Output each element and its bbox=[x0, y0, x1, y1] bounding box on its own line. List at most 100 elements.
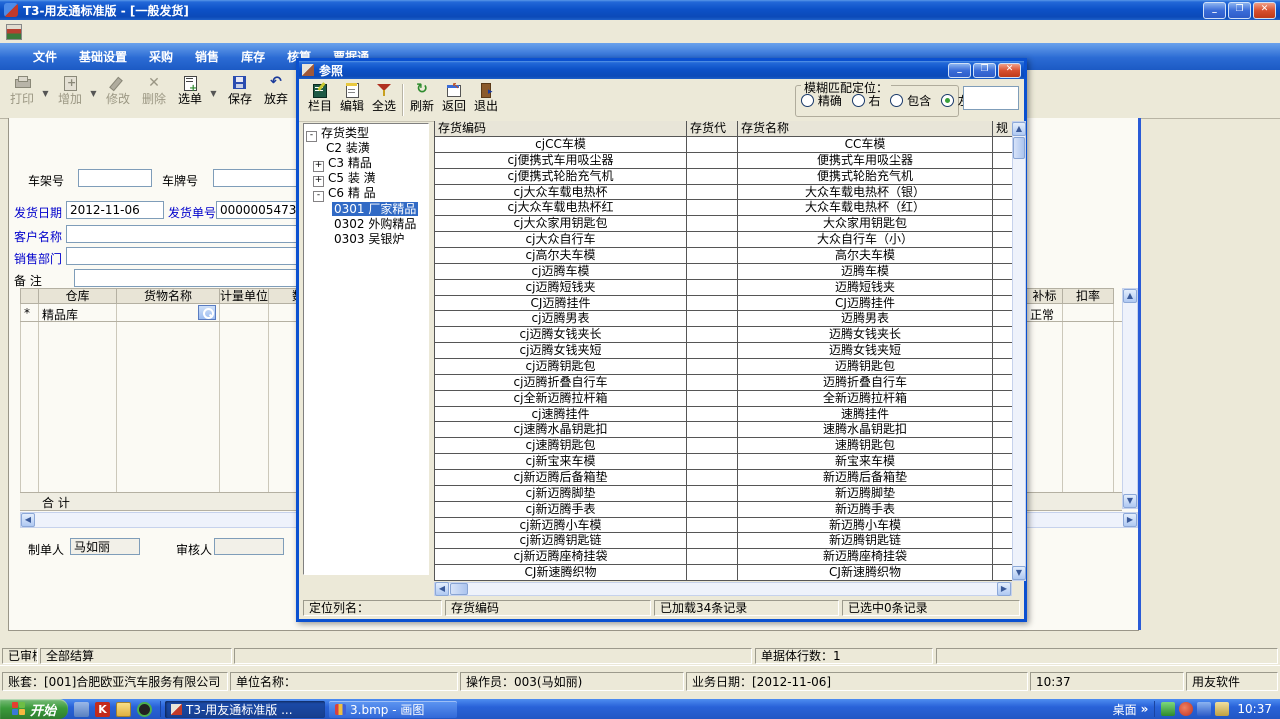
menu-item[interactable]: 文件 bbox=[22, 50, 68, 64]
tree-item-0301[interactable]: 0301 厂家精品 bbox=[332, 202, 418, 217]
magnifier-button[interactable] bbox=[198, 305, 216, 320]
scroll-up-icon[interactable]: ▲ bbox=[1012, 122, 1026, 136]
table-row[interactable]: cj速腾水晶钥匙扣 速腾水晶钥匙扣 bbox=[435, 422, 1012, 438]
radio-right[interactable] bbox=[852, 94, 865, 107]
dropdown-arrow[interactable]: ▼ bbox=[88, 72, 99, 115]
table-row[interactable]: CJ迈腾挂件 CJ迈腾挂件 bbox=[435, 296, 1012, 312]
modify-button[interactable]: 修改 bbox=[100, 72, 136, 115]
table-row[interactable]: cj新迈腾脚垫 新迈腾脚垫 bbox=[435, 486, 1012, 502]
table-row[interactable]: cj新迈腾钥匙链 新迈腾钥匙链 bbox=[435, 533, 1012, 549]
close-button[interactable]: ✕ bbox=[1253, 2, 1276, 19]
table-row[interactable]: cj新迈腾后备箱垫 新迈腾后备箱垫 bbox=[435, 470, 1012, 486]
table-row[interactable]: cj速腾钥匙包 速腾钥匙包 bbox=[435, 438, 1012, 454]
table-row[interactable]: cj便携式轮胎充气机 便携式轮胎充气机 bbox=[435, 169, 1012, 185]
dept-input[interactable] bbox=[66, 247, 328, 265]
table-row[interactable]: CJ新速腾织物 CJ新速腾织物 bbox=[435, 565, 1012, 581]
start-button[interactable]: 开始 bbox=[0, 699, 68, 719]
task-button-paint[interactable]: 3.bmp - 画图 bbox=[329, 701, 457, 718]
radio-contain[interactable] bbox=[890, 94, 903, 107]
table-row[interactable]: cj大众家用钥匙包 大众家用钥匙包 bbox=[435, 216, 1012, 232]
tree-item-c6[interactable]: -C6 精 品 bbox=[313, 186, 376, 201]
table-row[interactable]: cj迈腾短钱夹 迈腾短钱夹 bbox=[435, 280, 1012, 296]
col-dm[interactable]: 存货代码 bbox=[687, 121, 738, 136]
table-row[interactable]: cj新迈腾小车模 新迈腾小车模 bbox=[435, 518, 1012, 534]
exit-button[interactable]: ▸ 退出 bbox=[471, 81, 501, 119]
scroll-left-icon[interactable]: ◀ bbox=[435, 582, 449, 596]
quicklaunch-icon-k[interactable]: K bbox=[95, 702, 110, 717]
table-row[interactable]: cj大众车载电热杯 大众车载电热杯（银） bbox=[435, 185, 1012, 201]
col-spec[interactable]: 规 bbox=[993, 121, 1012, 136]
print-button[interactable]: 打印 bbox=[4, 72, 40, 115]
memo-input[interactable] bbox=[74, 269, 328, 287]
menu-item[interactable]: 销售 bbox=[184, 50, 230, 64]
save-button[interactable]: 保存 bbox=[222, 72, 258, 115]
table-row[interactable]: cj新迈腾座椅挂袋 新迈腾座椅挂袋 bbox=[435, 549, 1012, 565]
minimize-button[interactable]: _ bbox=[1203, 2, 1226, 19]
radio-left[interactable] bbox=[941, 94, 954, 107]
dialog-maximize-button[interactable]: ❐ bbox=[973, 63, 996, 78]
main-grid-vscrollbar[interactable]: ▲ ▼ bbox=[1122, 288, 1138, 509]
table-row[interactable]: cj新迈腾手表 新迈腾手表 bbox=[435, 502, 1012, 518]
fuzzy-input[interactable] bbox=[963, 86, 1019, 110]
table-row[interactable]: cj全新迈腾拉杆箱 全新迈腾拉杆箱 bbox=[435, 391, 1012, 407]
tree-item-c5[interactable]: +C5 装 潢 bbox=[313, 171, 376, 186]
col-code[interactable]: 存货编码 bbox=[435, 121, 687, 136]
tree-root[interactable]: -存货类型 bbox=[306, 126, 369, 141]
ship-date-input[interactable]: 2012-11-06 bbox=[66, 201, 164, 219]
quicklaunch-icon-2[interactable] bbox=[137, 702, 152, 717]
auditor-input[interactable] bbox=[214, 538, 284, 555]
collapse-icon[interactable]: - bbox=[313, 191, 324, 202]
quicklaunch-icon-1[interactable] bbox=[74, 702, 89, 717]
col-name[interactable]: 存货名称 bbox=[738, 121, 993, 136]
select-order-button[interactable]: + 选单 bbox=[172, 72, 208, 115]
main-grid-hscrollbar[interactable]: ◀ bbox=[20, 512, 328, 528]
scroll-right-icon[interactable]: ▶ bbox=[997, 582, 1011, 596]
menu-item[interactable]: 采购 bbox=[138, 50, 184, 64]
select-all-button[interactable]: 全选 bbox=[369, 81, 399, 119]
columns-button[interactable]: 栏目 bbox=[305, 81, 335, 119]
table-row[interactable]: cj迈腾钥匙包 迈腾钥匙包 bbox=[435, 359, 1012, 375]
task-button-t3[interactable]: T3-用友通标准版 ... bbox=[165, 701, 325, 718]
tray-icon-1[interactable] bbox=[1161, 702, 1175, 716]
scroll-left-icon[interactable]: ◀ bbox=[21, 513, 35, 527]
maker-input[interactable]: 马如丽 bbox=[70, 538, 140, 555]
tray-icon-4[interactable] bbox=[1215, 702, 1229, 716]
table-row[interactable]: cj迈腾男表 迈腾男表 bbox=[435, 311, 1012, 327]
scroll-thumb[interactable] bbox=[450, 583, 468, 595]
table-row[interactable]: cj迈腾女钱夹长 迈腾女钱夹长 bbox=[435, 327, 1012, 343]
scroll-thumb[interactable] bbox=[1013, 137, 1025, 159]
table-row[interactable]: cj速腾挂件 速腾挂件 bbox=[435, 407, 1012, 423]
table-row[interactable]: cj大众车载电热杯红 大众车载电热杯（红） bbox=[435, 200, 1012, 216]
scroll-down-icon[interactable]: ▼ bbox=[1012, 566, 1026, 580]
dropdown-arrow[interactable]: ▼ bbox=[40, 72, 51, 115]
dialog-hscrollbar[interactable]: ◀ ▶ bbox=[434, 582, 1012, 596]
dialog-minimize-button[interactable]: _ bbox=[948, 63, 971, 78]
dropdown-arrow[interactable]: ▼ bbox=[208, 72, 219, 115]
table-row[interactable]: cj迈腾折叠自行车 迈腾折叠自行车 bbox=[435, 375, 1012, 391]
menu-item[interactable]: 基础设置 bbox=[68, 50, 138, 64]
tray-icon-2[interactable] bbox=[1179, 702, 1193, 716]
collapse-icon[interactable]: - bbox=[306, 131, 317, 142]
table-row[interactable]: cj新宝来车模 新宝来车模 bbox=[435, 454, 1012, 470]
radio-exact[interactable] bbox=[801, 94, 814, 107]
table-row[interactable]: cj便携式车用吸尘器 便携式车用吸尘器 bbox=[435, 153, 1012, 169]
delete-button[interactable]: ✕ 删除 bbox=[136, 72, 172, 115]
dialog-vscrollbar[interactable]: ▲ ▼ bbox=[1012, 121, 1026, 581]
vin-input[interactable] bbox=[78, 169, 152, 187]
scroll-right-icon[interactable]: ▶ bbox=[1123, 513, 1137, 527]
restore-button[interactable]: ❐ bbox=[1228, 2, 1251, 19]
add-button[interactable]: + 增加 bbox=[52, 72, 88, 115]
refresh-button[interactable]: ↻ 刷新 bbox=[407, 81, 437, 119]
return-button[interactable]: ↖ 返回 bbox=[439, 81, 469, 119]
table-row[interactable]: cj高尔夫车模 高尔夫车模 bbox=[435, 248, 1012, 264]
table-row[interactable]: cj迈腾车模 迈腾车模 bbox=[435, 264, 1012, 280]
tree-item-0303[interactable]: 0303 吴银炉 bbox=[334, 232, 404, 247]
scroll-down-icon[interactable]: ▼ bbox=[1123, 494, 1137, 508]
edit-button[interactable]: 编辑 bbox=[337, 81, 367, 119]
desktop-chevron[interactable]: » bbox=[1141, 702, 1149, 716]
desktop-toolbar-label[interactable]: 桌面 bbox=[1113, 701, 1137, 718]
main-grid-hscrollbar-right[interactable]: ▶ bbox=[1026, 512, 1138, 528]
tree-item-c3[interactable]: +C3 精品 bbox=[313, 156, 372, 171]
tray-icon-3[interactable] bbox=[1197, 702, 1211, 716]
tree-item-0302[interactable]: 0302 外购精品 bbox=[334, 217, 416, 232]
